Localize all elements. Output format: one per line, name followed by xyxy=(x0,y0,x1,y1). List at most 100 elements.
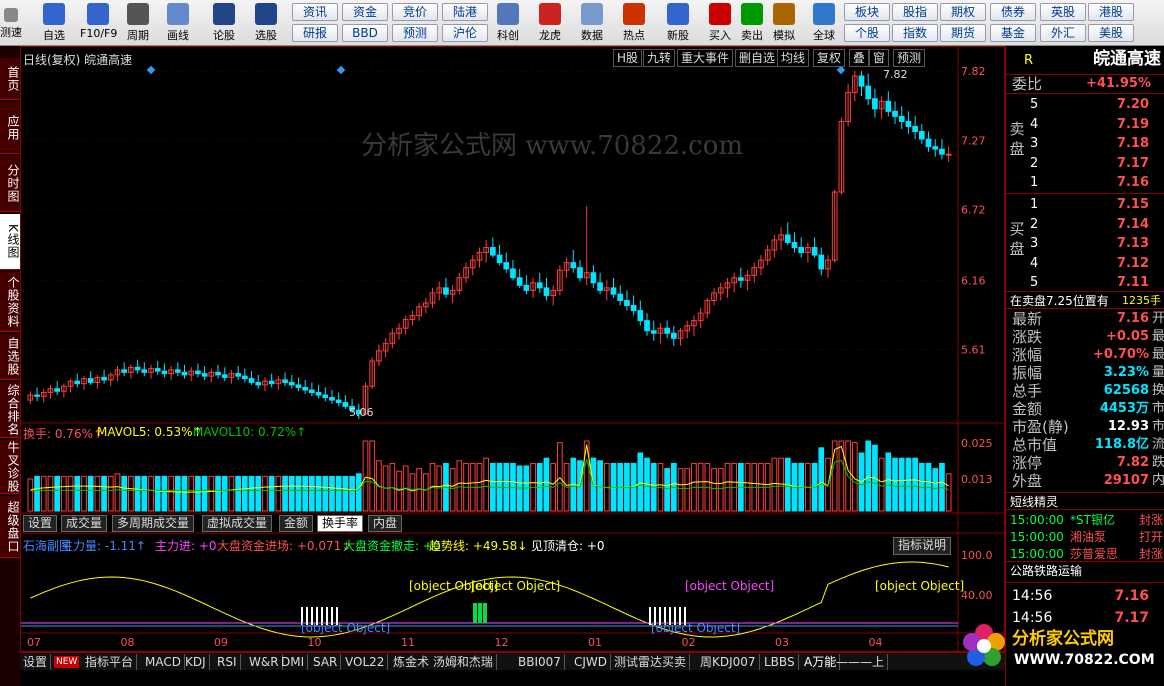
indicator-tab-11[interactable]: CJWD xyxy=(571,654,612,670)
chart-chip-3[interactable]: 删自选 xyxy=(735,49,780,67)
spirit-title[interactable]: 短线精灵 xyxy=(1006,492,1164,510)
spirit-row[interactable]: 15:00:00 *ST银亿 封涨 xyxy=(1006,511,1164,529)
tool-longhu-button[interactable]: 龙虎 xyxy=(532,2,568,44)
volume-bar xyxy=(865,440,872,512)
date-axis-label: 03 xyxy=(775,636,789,649)
leftnav-item-5[interactable]: 自选股 xyxy=(0,334,20,380)
chart-chip-1[interactable]: 九转 xyxy=(643,49,676,67)
price-axis-label: 6.16 xyxy=(961,274,986,287)
tool-maichu-button[interactable]: 卖出 xyxy=(734,2,770,44)
market-link-0-0[interactable]: 板块 xyxy=(844,3,890,21)
candle-body xyxy=(154,368,161,372)
vol-tab-0[interactable]: 设置 xyxy=(23,515,58,532)
leftnav-item-4[interactable]: 个股资料 xyxy=(0,272,20,332)
indicator-tab-8[interactable]: VOL22 xyxy=(342,654,389,670)
quick-link-0-3[interactable]: 陆港 xyxy=(442,3,488,21)
market-link-0-5[interactable]: 港股 xyxy=(1088,3,1134,21)
volume-bar xyxy=(114,473,121,512)
chart-chip-7[interactable]: 窗 xyxy=(869,49,890,67)
indicator-tab-9[interactable]: 炼金术 汤姆和杰瑞 xyxy=(390,654,497,670)
news-item[interactable]: 公路铁路运输 xyxy=(1006,561,1164,579)
vol-tab-4[interactable]: 金额 xyxy=(279,515,314,532)
candle-body xyxy=(516,277,523,286)
market-link-0-2[interactable]: 期权 xyxy=(940,3,986,21)
chart-chip-4[interactable]: 均线 xyxy=(777,49,810,67)
volume-bar xyxy=(322,475,329,512)
market-link-0-3[interactable]: 债券 xyxy=(990,3,1036,21)
leftnav-item-6[interactable]: 综合排名 xyxy=(0,382,20,438)
candle-body xyxy=(87,378,94,383)
tool-xingu-button[interactable]: 新股 xyxy=(660,2,696,44)
tool-redian-button[interactable]: 热点 xyxy=(616,2,652,44)
chart-chip-0[interactable]: H股 xyxy=(613,49,643,67)
tool-xuangu-button[interactable]: 选股 xyxy=(248,2,284,44)
tool-shuju-button[interactable]: 数据 xyxy=(574,2,610,44)
chart-chip-5[interactable]: 复权 xyxy=(813,49,846,67)
quick-link-0-2[interactable]: 竞价 xyxy=(392,3,438,21)
indicator-tab-4[interactable]: RSI xyxy=(214,654,241,670)
tool-kechuang-button[interactable]: 科创 xyxy=(490,2,526,44)
market-link-1-2[interactable]: 期货 xyxy=(940,24,986,42)
vol-tab-5[interactable]: 换手率 xyxy=(317,515,364,532)
chart-chip-6[interactable]: 叠 xyxy=(849,49,870,67)
speed-test-button[interactable]: 测速 xyxy=(0,2,22,44)
spirit-row[interactable]: 15:00:00 湘油泵 打开 xyxy=(1006,528,1164,546)
candle-body xyxy=(945,153,952,156)
quick-link-1-3[interactable]: 沪伦 xyxy=(442,24,488,42)
indicator-tab-14[interactable]: LBBS xyxy=(761,654,799,670)
volume-bar xyxy=(362,440,369,512)
indicator-tab-10[interactable]: BBI007 xyxy=(515,654,565,670)
tool-f10-button[interactable]: F10/F9 xyxy=(80,2,117,44)
tool-moni-button[interactable]: 模拟 xyxy=(766,2,802,44)
market-link-1-4[interactable]: 外汇 xyxy=(1040,24,1086,42)
indicator-tab-7[interactable]: SAR xyxy=(310,654,342,670)
chart-chip-8[interactable]: 预测 xyxy=(893,49,926,67)
tool-lunbao-button[interactable]: 论股 xyxy=(206,2,242,44)
leftnav-item-2[interactable]: 分时图 xyxy=(0,156,20,212)
indicator-tab-0[interactable]: 设置 xyxy=(20,654,52,670)
stat-row-9: 外盘 29107 内 xyxy=(1006,472,1164,490)
tool-zixuan-button[interactable]: 自选 xyxy=(36,2,72,44)
quick-link-1-0[interactable]: 研报 xyxy=(292,24,338,42)
indicator-tab-1[interactable]: 指标平台 xyxy=(82,654,138,670)
tool-quanqiu-button[interactable]: 全球 xyxy=(806,2,842,44)
indicator-help-button[interactable]: 指标说明 xyxy=(893,537,952,555)
indicator-tab-2[interactable]: MACD xyxy=(142,654,185,670)
market-link-1-0[interactable]: 个股 xyxy=(844,24,890,42)
market-link-0-1[interactable]: 股指 xyxy=(892,3,938,21)
tool-huaxian-button[interactable]: 画线 xyxy=(160,2,196,44)
vol-tab-3[interactable]: 虚拟成交量 xyxy=(202,515,273,532)
leftnav-item-7[interactable]: 牛叉诊股 xyxy=(0,440,20,494)
market-link-1-1[interactable]: 指数 xyxy=(892,24,938,42)
sell-level: 3 xyxy=(1030,136,1039,151)
market-link-1-5[interactable]: 美股 xyxy=(1088,24,1134,42)
chart-chip-2[interactable]: 重大事件 xyxy=(677,49,734,67)
indicator-tab-6[interactable]: DMI xyxy=(278,654,309,670)
indicator-tab-16[interactable]: ———上 xyxy=(833,654,889,670)
leftnav-item-1[interactable]: 应用 xyxy=(0,102,20,154)
lunbao-icon xyxy=(213,3,235,25)
zaimai-text: 在卖盘7.25位置有 xyxy=(1010,294,1109,308)
indicator-tab-3[interactable]: KDJ xyxy=(182,654,210,670)
quick-link-0-0[interactable]: 资讯 xyxy=(292,3,338,21)
quick-link-1-1[interactable]: BBD xyxy=(342,24,388,42)
indicator-tab-13[interactable]: 周KDJ007 xyxy=(697,654,760,670)
leftnav-item-3[interactable]: K线图 xyxy=(0,214,20,270)
sell-price: 7.16 xyxy=(1116,175,1149,190)
leftnav-item-8[interactable]: 超级盘口 xyxy=(0,496,20,558)
vol-tab-2[interactable]: 多周期成交量 xyxy=(112,515,195,532)
tool-zhouqi-button[interactable]: 周期 xyxy=(120,2,156,44)
market-link-0-4[interactable]: 英股 xyxy=(1040,3,1086,21)
quick-link-0-1[interactable]: 资金 xyxy=(342,3,388,21)
mairu-icon xyxy=(709,3,731,25)
candle-body xyxy=(536,282,543,289)
market-link-1-3[interactable]: 基金 xyxy=(990,24,1036,42)
tool-mairu-button[interactable]: 买入 xyxy=(702,2,738,44)
kline-chart-area[interactable]: 日线(复权) 皖通高速 分析家公式网 www.70822.com 7.82 7.2… xyxy=(20,46,1005,652)
vol-tab-1[interactable]: 成交量 xyxy=(61,515,108,532)
vol-tab-6[interactable]: 内盘 xyxy=(368,515,403,532)
leftnav-item-0[interactable]: 首页 xyxy=(0,58,20,100)
indicator-tab-12[interactable]: 测试雷达买卖 xyxy=(611,654,691,670)
quick-link-1-2[interactable]: 预测 xyxy=(392,24,438,42)
event-marker xyxy=(836,65,846,75)
